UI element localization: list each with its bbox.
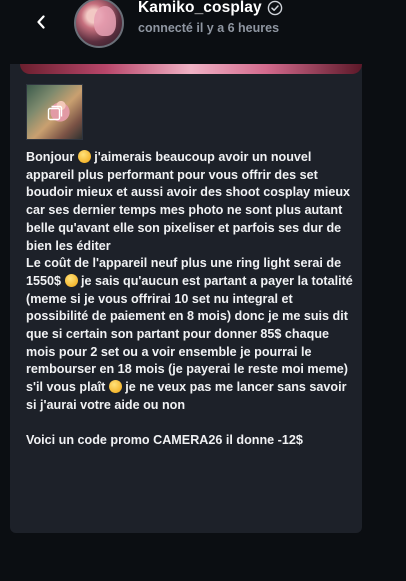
message-text-segment: j'aimerais beaucoup avoir un nouvel appa… xyxy=(26,150,351,253)
message-text-segment: Voici un code promo CAMERA26 il donne -1… xyxy=(26,433,303,448)
image-gallery-icon xyxy=(47,105,63,121)
username[interactable]: Kamiko_cosplay xyxy=(138,0,262,17)
back-button[interactable] xyxy=(30,10,52,34)
verified-check-icon xyxy=(267,0,283,16)
message-text-segment: je sais qu'aucun est partant a payer la … xyxy=(26,273,353,395)
message-paragraph: Le coût de l'appareil neuf plus une ring… xyxy=(26,255,356,414)
online-status: connecté il y a 6 heures xyxy=(138,21,280,35)
message-text: Bonjour j'aimerais beaucoup avoir un nou… xyxy=(26,149,356,450)
message-card: Bonjour j'aimerais beaucoup avoir un nou… xyxy=(10,64,362,533)
pleading-face-emoji-icon xyxy=(108,380,122,394)
message-paragraph: Bonjour j'aimerais beaucoup avoir un nou… xyxy=(26,149,356,255)
cover-image xyxy=(20,64,362,74)
message-text-segment: Bonjour xyxy=(26,150,78,164)
pleading-face-emoji-icon xyxy=(64,273,78,287)
chat-header: Kamiko_cosplay connecté il y a 6 heures xyxy=(0,0,406,62)
pleading-face-emoji-icon xyxy=(77,150,91,163)
profile-name-row[interactable]: Kamiko_cosplay xyxy=(138,0,283,17)
avatar[interactable] xyxy=(74,0,124,48)
media-thumbnail[interactable] xyxy=(26,84,83,140)
chat-page: Kamiko_cosplay connecté il y a 6 heures … xyxy=(0,0,406,581)
message-paragraph: Voici un code promo CAMERA26 il donne -1… xyxy=(26,432,356,450)
chevron-left-icon xyxy=(37,15,45,29)
